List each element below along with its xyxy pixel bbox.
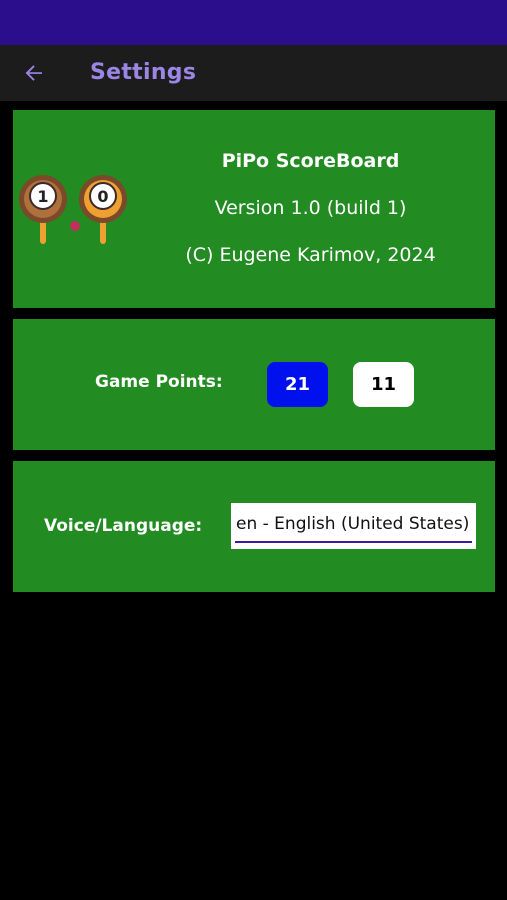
logo-score-right: 0 <box>97 187 108 206</box>
voice-language-value: en - English (United States) <box>236 514 470 534</box>
voice-language-card: Voice/Language: en - English (United Sta… <box>13 461 495 592</box>
app-version: Version 1.0 (build 1) <box>214 197 407 219</box>
status-bar <box>0 0 507 45</box>
game-points-label: Game Points: <box>95 372 223 392</box>
about-card: 1 0 PiPo ScoreBoard Version 1.0 (build 1… <box>13 110 495 308</box>
app-bar: Settings <box>0 45 507 101</box>
back-button[interactable] <box>14 55 54 91</box>
app-name: PiPo ScoreBoard <box>221 150 400 172</box>
app-logo-icon: 1 0 <box>19 175 127 244</box>
points-11-button[interactable]: 11 <box>353 362 414 407</box>
game-points-card: Game Points: 21 11 <box>13 319 495 450</box>
dropdown-underline <box>235 541 472 543</box>
arrow-left-icon <box>25 65 42 81</box>
page-title: Settings <box>90 60 197 85</box>
copyright-text: (C) Eugene Karimov, 2024 <box>185 244 436 266</box>
voice-language-label: Voice/Language: <box>44 516 203 536</box>
logo-score-left: 1 <box>37 187 48 206</box>
voice-language-dropdown[interactable]: en - English (United States) <box>231 503 476 549</box>
points-21-button[interactable]: 21 <box>267 362 328 407</box>
